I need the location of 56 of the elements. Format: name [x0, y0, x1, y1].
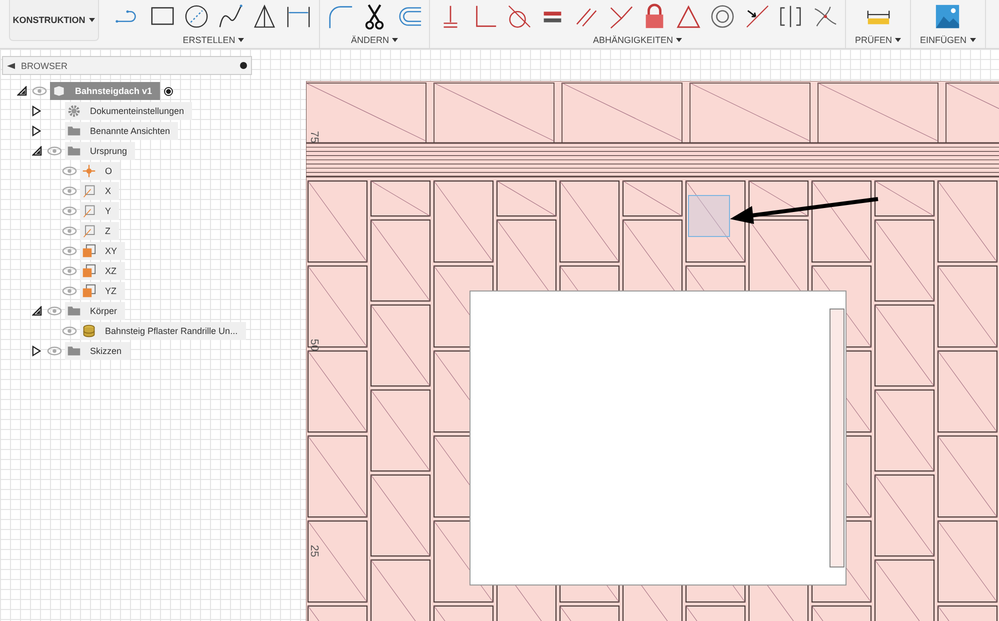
plane-icon: [82, 264, 96, 278]
tree-item[interactable]: X: [80, 182, 120, 200]
group-menu-button[interactable]: ABHÄNGIGKEITEN: [590, 33, 684, 46]
spline-icon[interactable]: [217, 3, 244, 30]
triangle-outline-icon[interactable]: [675, 3, 702, 30]
tree-item[interactable]: Y: [80, 202, 120, 220]
folder-icon: [67, 124, 81, 138]
active-radio-icon[interactable]: [164, 86, 174, 96]
group-menu-button[interactable]: EINFÜGEN: [918, 33, 978, 46]
tree-item[interactable]: Z: [80, 222, 118, 240]
group-menu-button[interactable]: ERSTELLEN: [180, 33, 246, 46]
symmetry-icon[interactable]: [777, 3, 804, 30]
axis-icon: [82, 184, 96, 198]
caret-icon: [676, 38, 682, 42]
tree-item[interactable]: Skizzen: [65, 342, 130, 360]
caret-icon: [895, 38, 902, 42]
tree-item[interactable]: Körper: [65, 302, 126, 320]
caret-icon: [238, 38, 244, 42]
circle-icon[interactable]: [183, 3, 210, 30]
tree-item[interactable]: XZ: [80, 262, 125, 280]
ruler-label: 75: [308, 130, 320, 144]
minus-icon[interactable]: [240, 62, 247, 69]
ruler-label: 25: [308, 544, 320, 558]
fillet-icon[interactable]: [327, 3, 354, 30]
ruler-label: 50: [308, 338, 320, 352]
selected-tile-highlight[interactable]: [688, 195, 730, 237]
group-menu-button[interactable]: PRÜFEN: [853, 33, 904, 46]
tree-item[interactable]: YZ: [80, 282, 125, 300]
workspace-button[interactable]: KONSTRUKTION: [9, 0, 99, 41]
plane-icon: [82, 244, 96, 258]
tree-item[interactable]: Dokumenteinstellungen: [65, 102, 192, 120]
tree-item[interactable]: Ursprung: [65, 142, 136, 160]
sketch-canvas[interactable]: 75 50 25 BROWSER Bahnsteigdach v1 Dokumenteinstellungen Benannte Ansichten Ursprung O X Y Z XY XZ YZ Körper Bahnsteig Pflaster Randrille Un... Skizzen: [0, 49, 999, 621]
tree-item[interactable]: XY: [80, 242, 126, 260]
axis-icon: [82, 224, 96, 238]
folder-icon: [67, 344, 81, 358]
browser-title: BROWSER: [21, 60, 69, 70]
concentric-icon[interactable]: [709, 3, 736, 30]
plane-icon: [82, 284, 96, 298]
gear-icon: [67, 104, 81, 118]
tree-item[interactable]: Bahnsteig Pflaster Randrille Un...: [80, 322, 246, 340]
cube-icon: [52, 84, 66, 98]
tree-item[interactable]: O: [80, 162, 120, 180]
caret-icon: [392, 38, 398, 42]
caret-icon: [970, 38, 976, 42]
caret-icon: [89, 18, 96, 22]
folder-icon: [67, 144, 81, 158]
collapse-icon[interactable]: [7, 62, 15, 68]
folder-icon: [67, 304, 81, 318]
triangle-icon[interactable]: [251, 3, 278, 30]
origin-point-icon: [82, 164, 96, 178]
tree-item[interactable]: Benannte Ansichten: [65, 122, 178, 140]
image-icon[interactable]: [934, 3, 962, 30]
body-icon: [82, 324, 96, 338]
axis-icon: [82, 204, 96, 218]
group-menu-button[interactable]: ÄNDERN: [348, 33, 400, 46]
